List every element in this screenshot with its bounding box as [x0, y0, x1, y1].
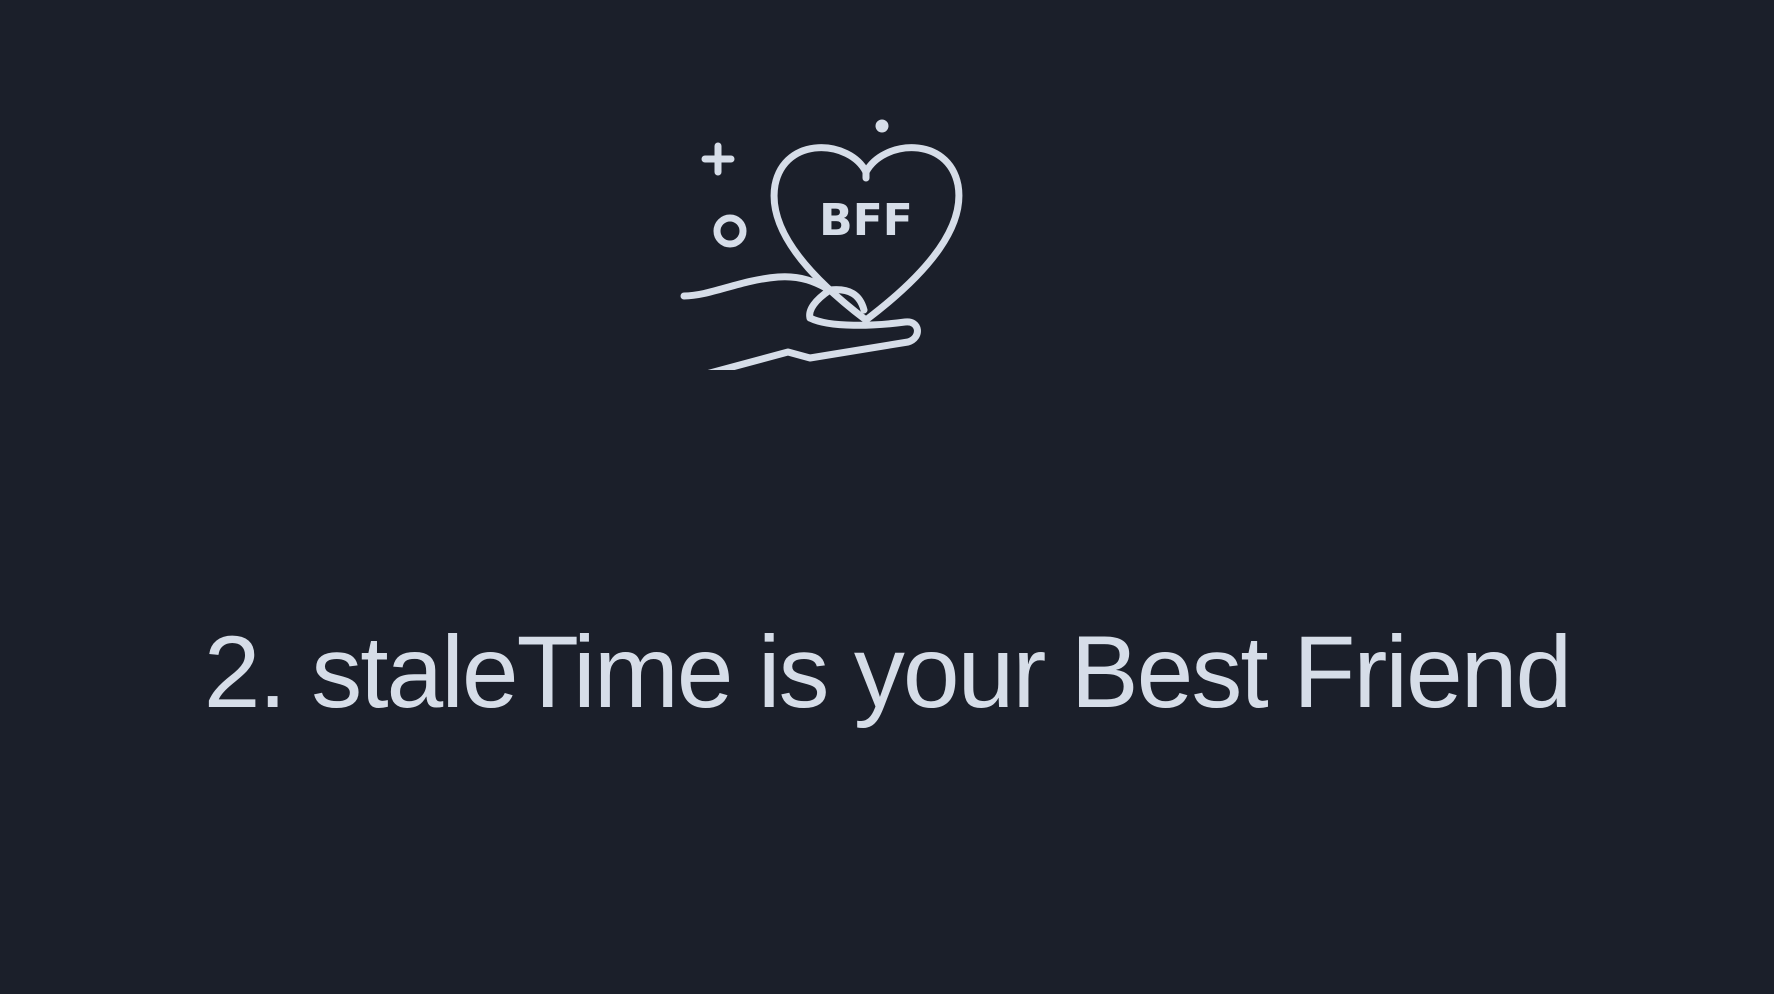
slide: BFF 2. staleTime is your Best Friend	[0, 0, 1774, 994]
hand-palm-icon	[707, 314, 921, 370]
sparkle-plus-icon	[701, 142, 735, 176]
heart-in-hand-icon: BFF	[680, 110, 1000, 370]
bff-badge-text: BFF	[819, 195, 913, 246]
sparkle-dot-icon	[875, 119, 889, 133]
bff-heart-illustration: BFF	[680, 119, 963, 370]
slide-title: 2. staleTime is your Best Friend	[203, 615, 1572, 729]
sparkle-circle-icon	[713, 214, 747, 248]
